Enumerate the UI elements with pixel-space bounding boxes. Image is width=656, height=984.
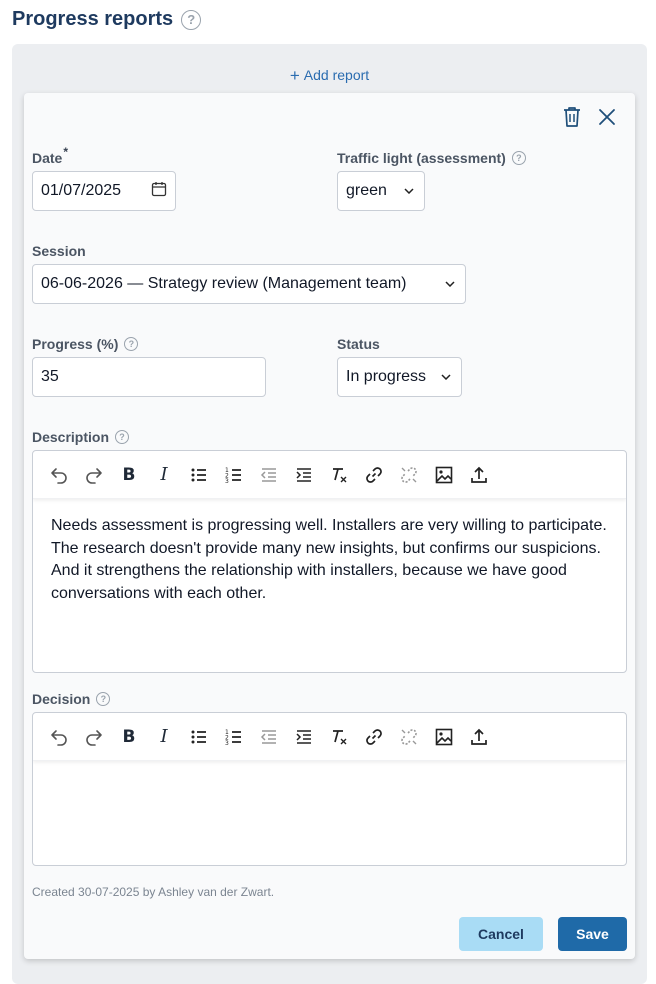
session-value: 06-06-2026 — Strategy review (Management… xyxy=(41,275,407,292)
traffic-light-select[interactable]: green xyxy=(337,171,425,211)
plus-icon: + xyxy=(289,66,300,85)
session-select[interactable]: 06-06-2026 — Strategy review (Management… xyxy=(32,264,466,304)
date-input[interactable]: 01/07/2025 xyxy=(32,171,176,211)
numbered-list-icon[interactable] xyxy=(224,727,244,747)
description-content[interactable]: Needs assessment is progressing well. In… xyxy=(33,499,626,621)
page-header: Progress reports ? xyxy=(12,8,202,31)
bullet-list-icon[interactable] xyxy=(189,727,209,747)
help-icon[interactable]: ? xyxy=(511,151,526,165)
trash-icon[interactable] xyxy=(561,105,583,129)
decision-editor: B I xyxy=(32,712,627,866)
outdent-icon[interactable] xyxy=(259,727,279,747)
required-mark: * xyxy=(63,145,69,159)
decision-toolbar: B I xyxy=(33,713,626,761)
chevron-down-icon xyxy=(441,374,451,380)
progress-label-text: Progress (%) xyxy=(32,336,119,352)
undo-icon[interactable] xyxy=(49,727,69,747)
undo-icon[interactable] xyxy=(49,465,69,485)
bullet-list-icon[interactable] xyxy=(189,465,209,485)
link-icon[interactable] xyxy=(364,465,384,485)
help-icon[interactable]: ? xyxy=(181,9,202,30)
chevron-down-icon xyxy=(404,188,414,194)
decision-label-text: Decision xyxy=(32,691,91,707)
calendar-icon[interactable] xyxy=(151,181,167,202)
clear-format-icon[interactable] xyxy=(329,727,349,747)
traffic-light-value: green xyxy=(346,182,387,199)
progress-label: Progress (%)? xyxy=(32,336,139,352)
chevron-down-icon xyxy=(445,281,455,287)
italic-icon[interactable]: I xyxy=(154,726,174,747)
redo-icon[interactable] xyxy=(84,465,104,485)
add-report-button[interactable]: + Add report xyxy=(12,66,647,86)
unlink-icon[interactable] xyxy=(399,727,419,747)
date-label-text: Date xyxy=(32,150,63,166)
indent-icon[interactable] xyxy=(294,465,314,485)
image-icon[interactable] xyxy=(434,465,454,485)
page-title: Progress reports xyxy=(12,8,174,30)
numbered-list-icon[interactable] xyxy=(224,465,244,485)
card-actions xyxy=(561,105,617,129)
date-label: Date * xyxy=(32,145,68,166)
add-report-label: Add report xyxy=(303,67,370,83)
status-value: In progress xyxy=(346,368,427,385)
progress-value: 35 xyxy=(41,368,59,385)
bold-icon[interactable]: B xyxy=(119,727,139,747)
upload-icon[interactable] xyxy=(469,465,489,485)
status-label: Status xyxy=(337,336,380,352)
description-toolbar: B I xyxy=(33,451,626,499)
description-editor: B I Needs assessment is progressing well… xyxy=(32,450,627,673)
traffic-light-label-text: Traffic light (assessment) xyxy=(337,150,506,166)
image-icon[interactable] xyxy=(434,727,454,747)
cancel-button[interactable]: Cancel xyxy=(459,917,543,951)
indent-icon[interactable] xyxy=(294,727,314,747)
clear-format-icon[interactable] xyxy=(329,465,349,485)
save-button[interactable]: Save xyxy=(558,917,627,951)
unlink-icon[interactable] xyxy=(399,465,419,485)
bold-icon[interactable]: B xyxy=(119,465,139,485)
date-value: 01/07/2025 xyxy=(41,182,122,199)
traffic-light-label: Traffic light (assessment)? xyxy=(337,150,526,166)
redo-icon[interactable] xyxy=(84,727,104,747)
upload-icon[interactable] xyxy=(469,727,489,747)
help-icon[interactable]: ? xyxy=(124,337,139,351)
decision-label: Decision? xyxy=(32,691,111,707)
progress-input[interactable]: 35 xyxy=(32,357,266,397)
help-icon[interactable]: ? xyxy=(96,692,111,706)
link-icon[interactable] xyxy=(364,727,384,747)
status-select[interactable]: In progress xyxy=(337,357,462,397)
session-label: Session xyxy=(32,243,86,259)
help-icon[interactable]: ? xyxy=(115,430,130,444)
description-label: Description? xyxy=(32,429,130,445)
close-icon[interactable] xyxy=(597,107,617,127)
created-info: Created 30-07-2025 by Ashley van der Zwa… xyxy=(32,885,275,899)
outdent-icon[interactable] xyxy=(259,465,279,485)
report-card: Date * 01/07/2025 Traffic light (assessme… xyxy=(24,93,635,959)
decision-content[interactable] xyxy=(33,761,626,793)
italic-icon[interactable]: I xyxy=(154,464,174,485)
description-label-text: Description xyxy=(32,429,110,445)
